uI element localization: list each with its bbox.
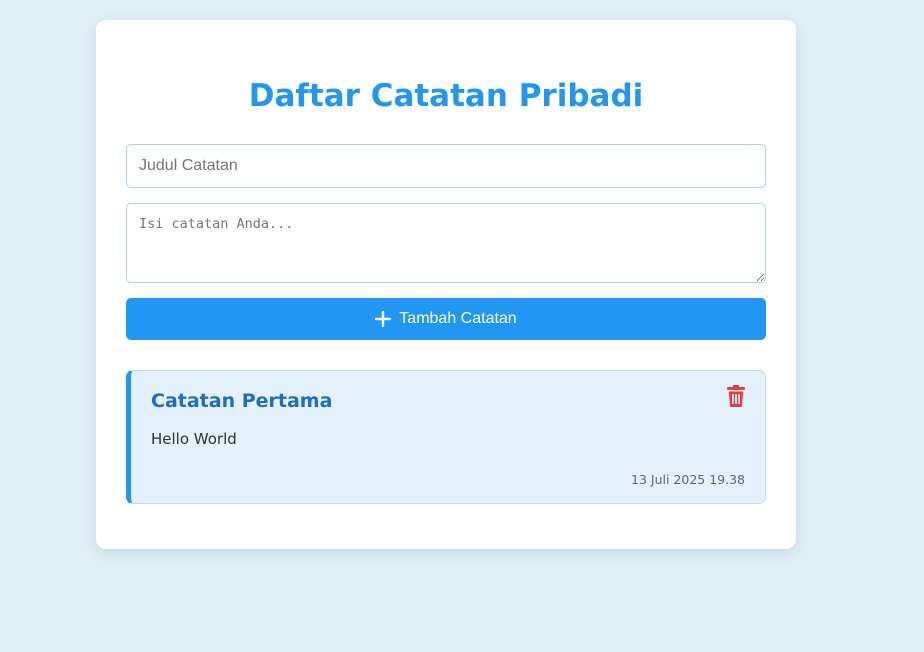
note-title-input[interactable] bbox=[126, 144, 766, 188]
plus-icon bbox=[375, 311, 392, 327]
note-item: Catatan Pertama Hello World 13 Juli 2025… bbox=[126, 370, 766, 504]
trash-icon bbox=[727, 385, 745, 410]
delete-note-button[interactable] bbox=[725, 385, 747, 409]
page-title: Daftar Catatan Pribadi bbox=[248, 78, 644, 114]
note-content-textarea[interactable] bbox=[126, 203, 766, 283]
add-note-button-label: Tambah Catatan bbox=[399, 310, 517, 327]
note-timestamp: 13 Juli 2025 19.38 bbox=[631, 472, 745, 487]
add-note-button[interactable]: Tambah Catatan bbox=[126, 298, 766, 340]
notes-card: Daftar Catatan Pribadi Tambah Catatan Ca… bbox=[96, 20, 796, 549]
note-title: Catatan Pertama bbox=[151, 390, 333, 412]
note-body: Hello World bbox=[151, 430, 237, 448]
